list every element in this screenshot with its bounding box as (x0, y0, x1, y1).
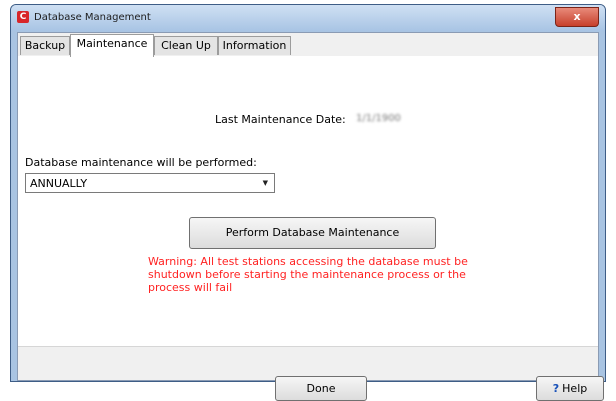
tab-maintenance[interactable]: Maintenance (70, 34, 154, 57)
perform-maintenance-button[interactable]: Perform Database Maintenance (189, 217, 436, 249)
dropdown-arrow-icon[interactable]: ▼ (263, 179, 268, 187)
app-icon: C (17, 11, 29, 23)
close-icon: x (573, 10, 581, 23)
done-button[interactable]: Done (275, 376, 367, 401)
maintenance-panel: Last Maintenance Date: 1/1/1900 Database… (18, 56, 598, 346)
help-icon: ? (552, 382, 560, 395)
window-title: Database Management (34, 12, 151, 23)
help-button[interactable]: ? Help (536, 376, 604, 401)
schedule-label: Database maintenance will be performed: (25, 156, 257, 169)
dialog-footer: Done ? Help (18, 346, 604, 401)
close-button[interactable]: x (555, 7, 599, 27)
window-client-area: Backup Maintenance Clean Up Information … (17, 32, 604, 401)
warning-message: Warning: All test stations accessing the… (148, 255, 468, 294)
database-management-window: C Database Management x Backup Maintenan… (10, 4, 606, 401)
tab-strip: Backup Maintenance Clean Up Information (18, 33, 598, 57)
schedule-select[interactable]: ANNUALLY ▼ (25, 173, 275, 193)
last-maintenance-date-label: Last Maintenance Date: (215, 113, 346, 126)
last-maintenance-date-value: 1/1/1900 (356, 113, 401, 124)
tab-backup[interactable]: Backup (20, 36, 70, 55)
tab-information[interactable]: Information (218, 36, 291, 55)
title-bar[interactable]: C Database Management x (11, 5, 605, 31)
help-button-label: Help (562, 382, 588, 395)
tab-clean-up[interactable]: Clean Up (154, 36, 218, 55)
schedule-select-value: ANNUALLY (30, 177, 88, 190)
